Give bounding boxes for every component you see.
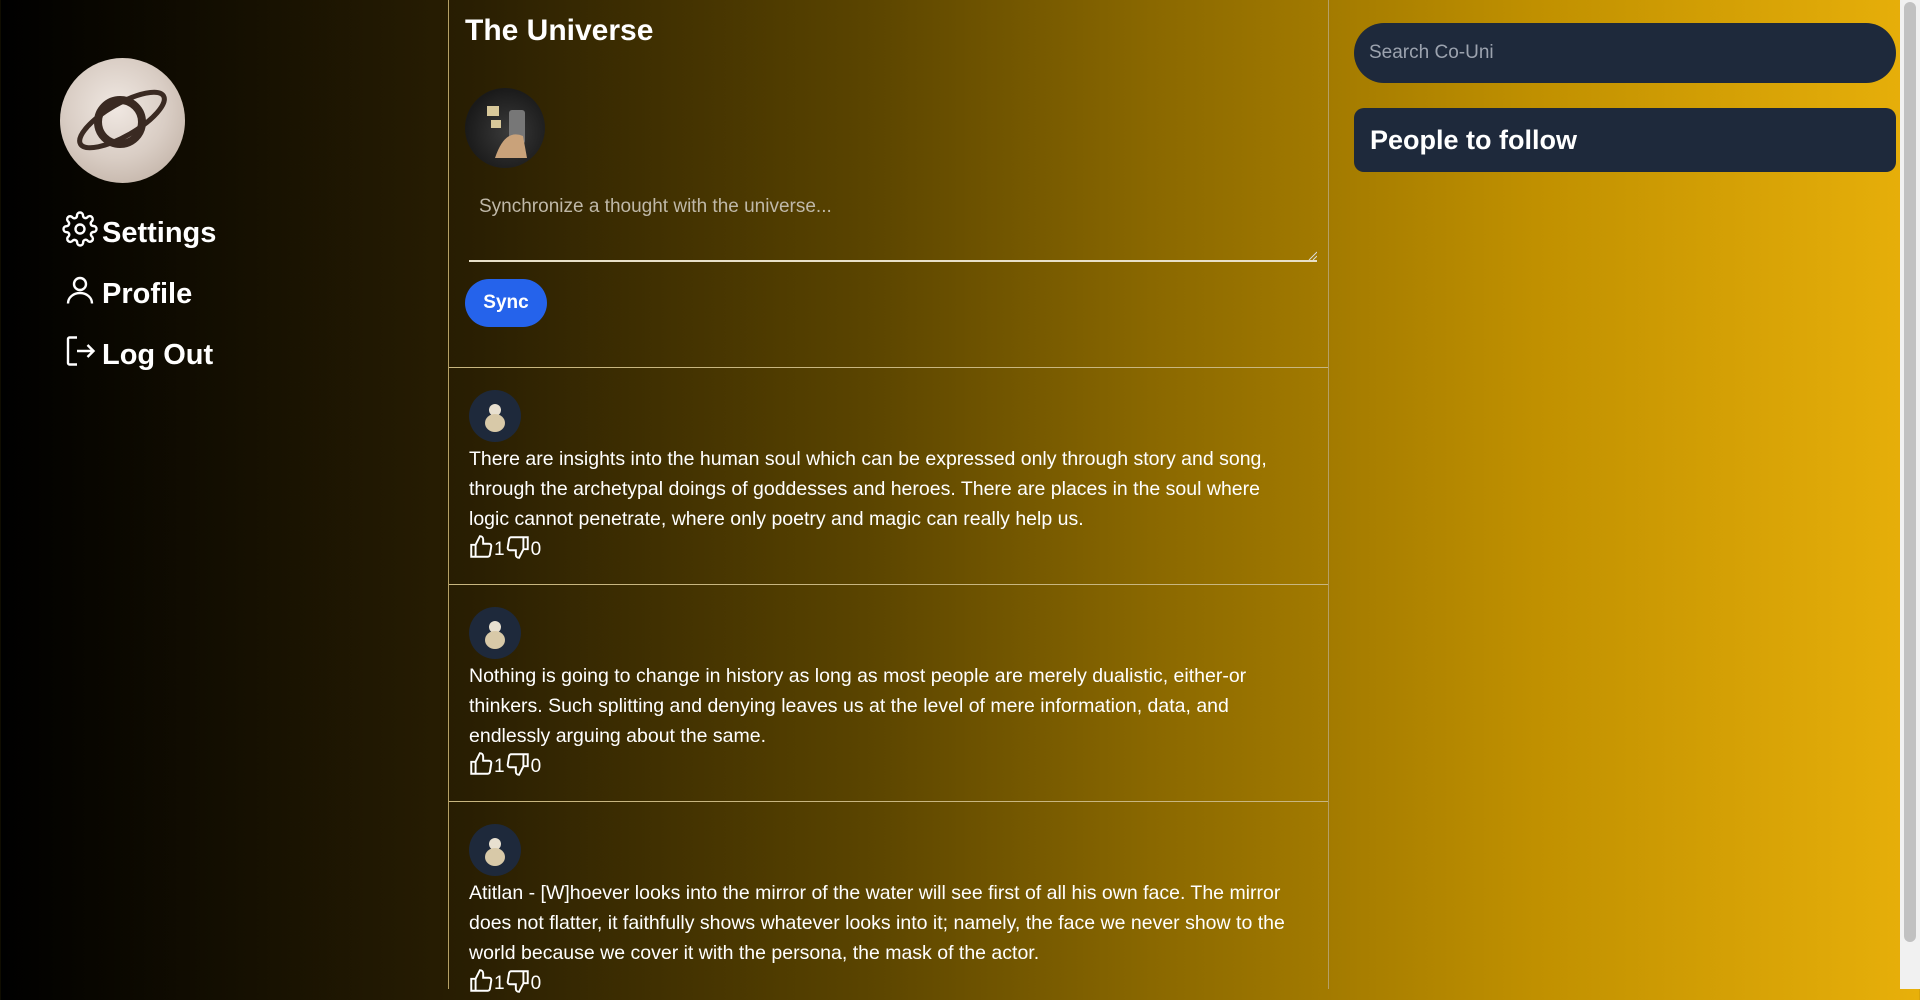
page-title: The Universe: [465, 14, 654, 47]
right-panel: People to follow: [1327, 0, 1920, 989]
like-count: 1: [494, 973, 505, 994]
app-logo[interactable]: [60, 58, 185, 183]
post-text: Atitlan - [W]hoever looks into the mirro…: [469, 882, 1285, 964]
post-actions: 1 0: [468, 968, 541, 1000]
composer-avatar[interactable]: [465, 88, 545, 168]
gear-icon: [62, 211, 98, 255]
sidebar-item-profile[interactable]: Profile: [62, 272, 192, 316]
sidebar: Settings Profile Log Out: [0, 0, 448, 989]
sidebar-item-label: Log Out: [102, 338, 214, 371]
thumbs-down-icon[interactable]: [505, 534, 531, 566]
thumbs-up-icon[interactable]: [468, 751, 494, 783]
sidebar-item-label: Settings: [102, 216, 217, 249]
post-actions: 1 0: [468, 751, 541, 783]
sidebar-item-logout[interactable]: Log Out: [62, 333, 213, 377]
like-count: 1: [494, 539, 505, 560]
like-count: 1: [494, 756, 505, 777]
dislike-count: 0: [530, 756, 542, 777]
thumbs-up-icon[interactable]: [468, 968, 494, 1000]
people-to-follow-title: People to follow: [1370, 124, 1577, 155]
thumbs-down-icon[interactable]: [505, 968, 531, 1000]
sync-button[interactable]: Sync: [465, 279, 547, 327]
search-input[interactable]: [1354, 23, 1896, 83]
post-actions: 1 0: [468, 534, 541, 566]
post-item: Nothing is going to change in history as…: [449, 584, 1328, 802]
user-icon: [62, 272, 98, 316]
post-author-avatar[interactable]: [469, 607, 521, 659]
people-to-follow-card: People to follow: [1354, 108, 1896, 172]
logout-icon: [62, 333, 98, 377]
dislike-count: 0: [530, 973, 542, 994]
post-author-avatar[interactable]: [469, 390, 521, 442]
post-item: Atitlan - [W]hoever looks into the mirro…: [449, 801, 1328, 994]
post-text: Nothing is going to change in history as…: [469, 665, 1247, 747]
main-feed: The Universe Sync There are insights int…: [448, 0, 1329, 994]
sidebar-item-label: Profile: [102, 277, 193, 310]
post-text: There are insights into the human soul w…: [469, 448, 1267, 530]
post-author-avatar[interactable]: [469, 824, 521, 876]
dislike-count: 0: [530, 539, 542, 560]
thumbs-up-icon[interactable]: [468, 534, 494, 566]
thumbs-down-icon[interactable]: [505, 751, 531, 783]
scrollbar[interactable]: [1900, 0, 1920, 989]
post-item: There are insights into the human soul w…: [449, 367, 1328, 585]
resize-grip-icon[interactable]: [1307, 250, 1317, 260]
scrollbar-thumb[interactable]: [1904, 2, 1916, 942]
sidebar-item-settings[interactable]: Settings: [62, 211, 216, 255]
thought-input[interactable]: [469, 186, 1317, 262]
